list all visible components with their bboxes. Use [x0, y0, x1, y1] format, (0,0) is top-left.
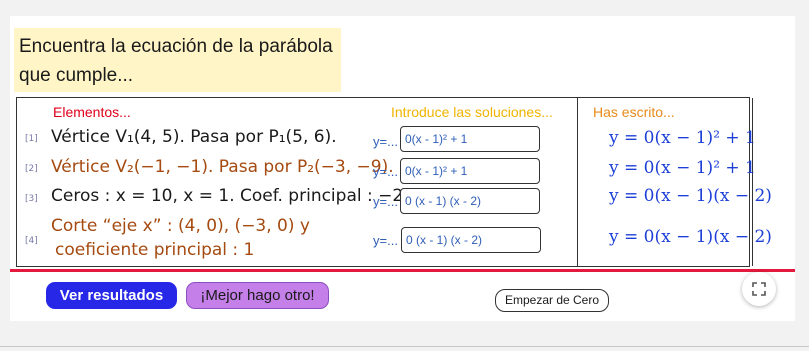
header-elements: Elementos... — [53, 104, 131, 120]
header-solutions: Introduce las soluciones... — [391, 104, 553, 120]
column-divider — [577, 98, 578, 266]
solution-input[interactable]: 0 (x - 1) (x - 2) — [401, 227, 541, 253]
row-condition-line-1: Corte “eje x” : (4, 0), (−3, 0) y — [51, 216, 310, 236]
prompt-line-2: que cumple... — [19, 65, 134, 86]
new-exercise-button[interactable]: ¡Mejor hago otro! — [186, 282, 329, 309]
written-expression: y = 0(x − 1)(x − 2) — [609, 186, 772, 206]
row-index: [4] — [25, 236, 38, 246]
prompt-line-1: Encuentra la ecuación de la parábola — [19, 36, 333, 57]
fullscreen-button[interactable] — [742, 272, 776, 306]
fullscreen-icon — [752, 282, 766, 296]
y-label: y=... — [373, 194, 398, 209]
solution-input[interactable]: 0(x - 1)² + 1 — [400, 158, 540, 184]
solution-input[interactable]: 0 (x - 1) (x - 2) — [400, 188, 540, 214]
row-condition-line-2: coeficiente principal : 1 — [55, 240, 255, 260]
row-condition: Vértice V₁(4, 5). Pasa por P₁(5, 6). — [51, 127, 337, 147]
solution-input[interactable]: 0(x - 1)² + 1 — [400, 126, 540, 152]
row-index: [1] — [25, 134, 38, 144]
row-index: [3] — [25, 194, 38, 204]
show-results-button[interactable]: Ver resultados — [46, 282, 177, 309]
exercise-table: Elementos... Introduce las soluciones...… — [16, 97, 772, 267]
row-condition: Ceros : x = 10, x = 1. Coef. principal :… — [51, 186, 409, 206]
row-index: [2] — [25, 164, 38, 174]
y-label: y=... — [373, 164, 398, 179]
header-written: Has escrito... — [593, 104, 675, 120]
separator-line — [10, 269, 795, 272]
written-expression: y = 0(x − 1)(x − 2) — [609, 227, 772, 247]
y-label: y=... — [373, 233, 398, 248]
y-label: y=... — [373, 134, 398, 149]
written-expression: y = 0(x − 1)² + 1 — [609, 158, 756, 178]
row-condition: Vértice V₂(−1, −1). Pasa por P₂(−3, −9). — [51, 157, 394, 177]
page-bottom-border — [0, 346, 809, 347]
reset-button[interactable]: Empezar de Cero — [495, 289, 609, 312]
prompt-box: Encuentra la ecuación de la parábola que… — [14, 28, 341, 92]
written-expression: y = 0(x − 1)² + 1 — [609, 128, 756, 148]
